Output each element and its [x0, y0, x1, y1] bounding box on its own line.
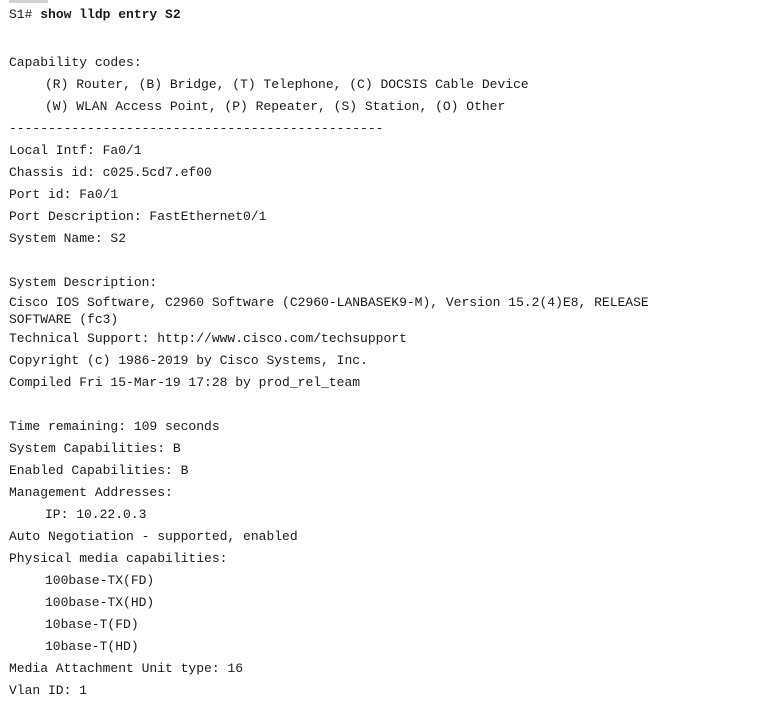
port-id: Port id: Fa0/1 [9, 187, 119, 202]
system-name: System Name: S2 [9, 231, 127, 246]
terminal-output: S1# show lldp entry S2 Capability codes:… [9, 0, 769, 702]
system-description-label: System Description: [9, 275, 158, 290]
media-capability-item: 10base-T(FD) [45, 617, 139, 632]
command-text: show lldp entry S2 [40, 7, 181, 22]
port-description: Port Description: FastEthernet0/1 [9, 209, 267, 224]
vlan-id: Vlan ID: 1 [9, 683, 88, 698]
media-capability-item: 10base-T(HD) [45, 639, 139, 654]
separator-line: ----------------------------------------… [9, 121, 384, 136]
system-description-line-2: SOFTWARE (fc3) [9, 312, 119, 327]
capability-header: Capability codes: [9, 55, 142, 70]
prompt: S1# [9, 7, 41, 22]
auto-negotiation: Auto Negotiation - supported, enabled [9, 529, 298, 544]
enabled-capabilities: Enabled Capabilities: B [9, 463, 189, 478]
chassis-id: Chassis id: c025.5cd7.ef00 [9, 165, 212, 180]
local-intf: Local Intf: Fa0/1 [9, 143, 142, 158]
physical-media-capabilities: Physical media capabilities: [9, 551, 228, 566]
system-description-line-1: Cisco IOS Software, C2960 Software (C296… [9, 295, 649, 310]
capability-codes-line-1: (R) Router, (B) Bridge, (T) Telephone, (… [45, 77, 529, 92]
capability-codes-line-2: (W) WLAN Access Point, (P) Repeater, (S)… [45, 99, 506, 114]
command-line: S1# show lldp entry S2 [9, 0, 769, 30]
mau-type: Media Attachment Unit type: 16 [9, 661, 244, 676]
media-capability-item: 100base-TX(HD) [45, 595, 155, 610]
technical-support: Technical Support: http://www.cisco.com/… [9, 331, 407, 346]
media-capability-item: 100base-TX(FD) [45, 573, 155, 588]
system-capabilities: System Capabilities: B [9, 441, 181, 456]
compiled: Compiled Fri 15-Mar-19 17:28 by prod_rel… [9, 375, 361, 390]
time-remaining: Time remaining: 109 seconds [9, 419, 220, 434]
copyright: Copyright (c) 1986-2019 by Cisco Systems… [9, 353, 368, 368]
management-addresses: Management Addresses: [9, 485, 173, 500]
management-ip: IP: 10.22.0.3 [45, 507, 147, 522]
